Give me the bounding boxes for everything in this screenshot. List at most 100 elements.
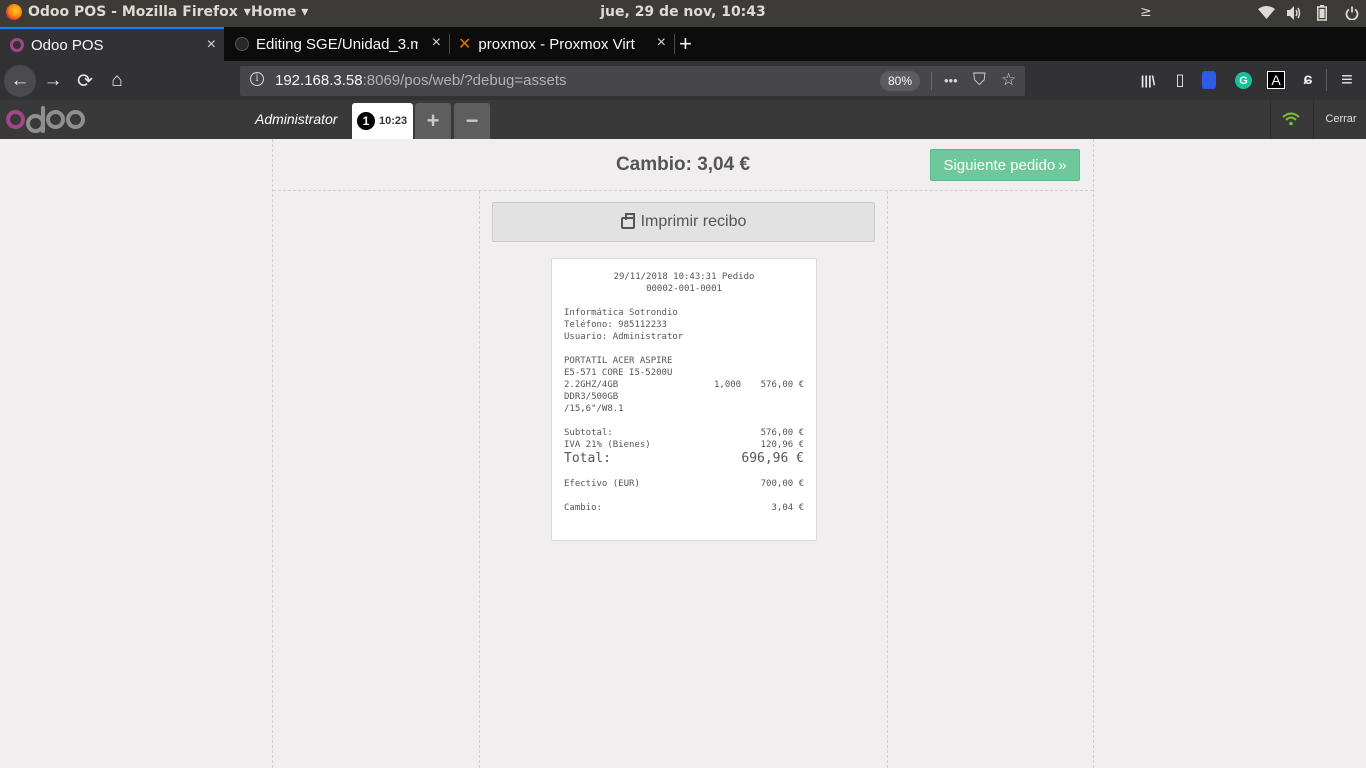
close-tab-icon[interactable]: ×: [432, 34, 441, 52]
printer-icon: [620, 213, 635, 229]
app-menu-label: Odoo POS - Mozilla Firefox: [28, 4, 238, 20]
power-icon[interactable]: [1345, 6, 1359, 20]
tab-proxmox[interactable]: ✕ proxmox - Proxmox Virt ×: [450, 27, 674, 61]
receipt-company: Informática Sotrondio: [564, 308, 678, 318]
tab-title: Odoo POS: [31, 36, 104, 54]
url-bar-separator: [931, 72, 932, 90]
payment-label: Efectivo (EUR): [564, 479, 640, 489]
receipt-tax-row: IVA 21% (Bienes) 120,96 €: [564, 439, 804, 451]
toolbar-separator: [1326, 69, 1327, 91]
tab-title: proxmox - Proxmox Virt: [478, 35, 635, 53]
odoo-logo: [6, 104, 86, 134]
column-divider: [479, 191, 480, 768]
column-divider: [887, 191, 888, 768]
receipt-change-row: Cambio: 3,04 €: [564, 502, 804, 514]
close-pos-button[interactable]: Cerrar: [1316, 100, 1366, 139]
bookmark-star-icon[interactable]: ☆: [1001, 70, 1016, 90]
zoom-indicator[interactable]: 80%: [880, 71, 921, 91]
remove-order-button[interactable]: −: [454, 103, 490, 139]
site-info-icon[interactable]: i: [250, 72, 264, 86]
receipt-line-description-row: E5-571 CORE I5-5200U: [564, 368, 673, 378]
tab-title: Editing SGE/Unidad_3.m: [256, 35, 418, 53]
subtotal-label: Subtotal:: [564, 428, 613, 438]
receipt-screen: Cambio: 3,04 € Siguiente pedido » Imprim…: [272, 139, 1094, 768]
receipt-line-description: PORTATIL ACER ASPIRE E5-571 CORE I5-5200…: [564, 355, 704, 415]
receipt-subtotal-row: Subtotal: 576,00 €: [564, 427, 804, 439]
page-actions-icon[interactable]: •••: [944, 73, 958, 88]
pocket-icon[interactable]: ⛉: [973, 70, 986, 90]
odoo-favicon-icon: [10, 38, 24, 52]
payment-value: 700,00 €: [760, 479, 804, 489]
change-label: Cambio:: [564, 503, 602, 513]
app-menu[interactable]: Odoo POS - Mozilla Firefox ▾: [6, 4, 251, 20]
next-order-label: Siguiente pedido: [943, 156, 1056, 174]
tab-editing-sge[interactable]: Editing SGE/Unidad_3.m ×: [225, 27, 449, 61]
add-order-button[interactable]: +: [415, 103, 451, 139]
receipt-line-description-row: /15,6"/W8.1: [564, 404, 624, 414]
total-label: Total:: [564, 451, 611, 466]
receipt-screen-top-bar: Cambio: 3,04 € Siguiente pedido »: [273, 139, 1093, 191]
receipt-line-description-row: PORTATIL ACER ASPIRE: [564, 356, 673, 366]
tab-separator: [674, 34, 675, 54]
font-extension-icon[interactable]: A: [1267, 71, 1285, 89]
close-tab-icon[interactable]: ×: [657, 34, 666, 52]
url-text[interactable]: 192.168.3.58:8069/pos/web/?debug=assets: [275, 72, 567, 89]
forward-button[interactable]: →: [37, 65, 69, 97]
firefox-logo-icon: [6, 4, 22, 20]
browser-nav-bar: ← → ⟳ ⌂ i 192.168.3.58:8069/pos/web/?deb…: [0, 61, 1366, 100]
hamburger-menu-icon[interactable]: ≡: [1337, 69, 1357, 91]
os-top-panel: Odoo POS - Mozilla Firefox ▾ Home ▾ jue,…: [0, 0, 1366, 27]
url-bar[interactable]: i 192.168.3.58:8069/pos/web/?debug=asset…: [240, 66, 1025, 96]
grammarly-icon[interactable]: G: [1235, 72, 1252, 89]
receipt-phone: Teléfono: 985112233: [564, 320, 667, 330]
clock[interactable]: jue, 29 de nov, 10:43: [600, 4, 766, 20]
volume-icon[interactable]: [1287, 6, 1302, 20]
proxy-wifi-icon[interactable]: [1282, 112, 1300, 126]
subtotal-value: 576,00 €: [760, 428, 804, 438]
home-icon: ⌂: [111, 70, 123, 91]
tax-value: 120,96 €: [760, 440, 804, 450]
order-tab[interactable]: 1 10:23: [352, 103, 413, 139]
home-menu[interactable]: Home ▾: [251, 4, 308, 20]
receipt-total-row: Total: 696,96 €: [564, 451, 804, 466]
tab-odoo-pos[interactable]: Odoo POS ×: [0, 27, 224, 61]
gnome-extension-icon[interactable]: ɕ: [1298, 70, 1318, 90]
close-tab-icon[interactable]: ×: [207, 36, 216, 54]
back-icon: ←: [10, 70, 30, 91]
double-chevron-right-icon: »: [1058, 156, 1067, 174]
app-menu-arrow-icon: ▾: [243, 4, 251, 20]
header-separator: [1313, 100, 1314, 139]
library-icon[interactable]: |||\: [1138, 70, 1158, 90]
github-favicon-icon: [235, 37, 249, 51]
terminal-icon[interactable]: ≥: [1140, 4, 1152, 20]
receipt-line-price: 576,00 €: [760, 380, 804, 390]
battery-icon[interactable]: [1317, 5, 1327, 21]
lock-extension-icon[interactable]: [1202, 71, 1216, 89]
receipt-payment-row: Efectivo (EUR) 700,00 €: [564, 478, 804, 490]
reload-icon: ⟳: [77, 70, 93, 92]
receipt-line-quantity: 1,000: [714, 380, 742, 390]
pos-header: Administrator 1 10:23 + − Cerrar: [0, 100, 1366, 139]
header-separator: [1270, 100, 1271, 139]
url-host: 192.168.3.58: [275, 72, 363, 89]
home-menu-label: Home: [251, 4, 297, 20]
print-receipt-label: Imprimir recibo: [640, 213, 747, 230]
forward-icon: →: [43, 70, 63, 91]
next-order-button[interactable]: Siguiente pedido »: [930, 149, 1080, 181]
pos-username[interactable]: Administrator: [245, 100, 347, 139]
receipt-date-line: 29/11/2018 10:43:31 Pedido: [613, 272, 755, 282]
reload-button[interactable]: ⟳: [69, 65, 101, 97]
receipt-order-line: PORTATIL ACER ASPIRE E5-571 CORE I5-5200…: [564, 355, 804, 415]
change-value: 3,04 €: [771, 503, 804, 513]
tax-label: IVA 21% (Bienes): [564, 440, 651, 450]
receipt-order-ref: 00002-001-0001: [646, 284, 722, 294]
print-receipt-button[interactable]: Imprimir recibo: [492, 202, 875, 242]
sidebar-icon[interactable]: ▯: [1170, 70, 1190, 90]
home-button[interactable]: ⌂: [101, 65, 133, 97]
back-button[interactable]: ←: [4, 65, 36, 97]
order-time: 10:23: [379, 115, 408, 127]
wifi-icon[interactable]: [1258, 6, 1275, 20]
new-tab-button[interactable]: +: [679, 27, 703, 61]
pos-ticket: 29/11/2018 10:43:31 Pedido 00002-001-000…: [551, 258, 817, 541]
total-value: 696,96 €: [741, 451, 804, 466]
